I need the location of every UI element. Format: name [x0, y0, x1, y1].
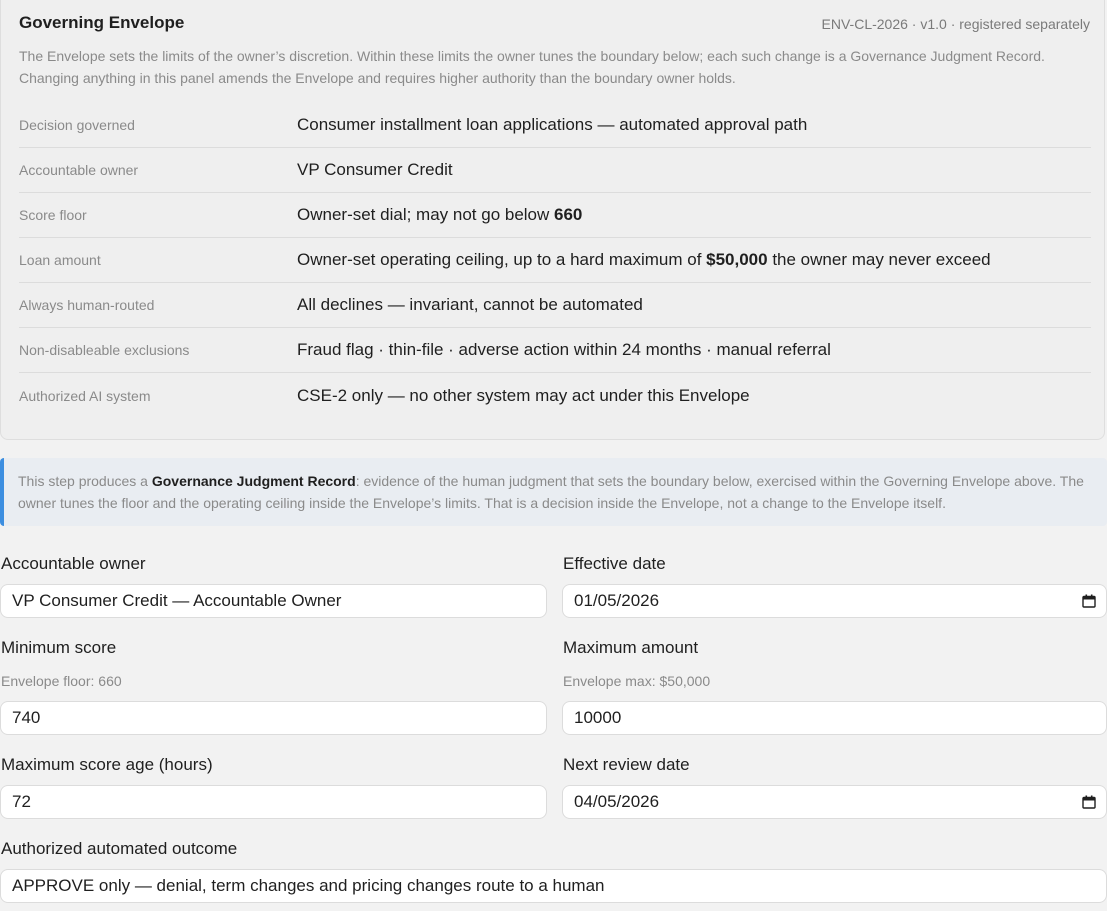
envelope-row-value: All declines — invariant, cannot be auto…	[297, 295, 643, 314]
envelope-row-label: Authorized AI system	[19, 387, 151, 404]
owner-label: Accountable owner	[1, 554, 146, 573]
calendar-icon[interactable]	[1082, 594, 1096, 608]
envelope-row-label: Score floor	[19, 207, 87, 223]
envelope-row-ai-system: Authorized AI system CSE-2 only — no oth…	[19, 373, 1091, 418]
effective-date-label: Effective date	[563, 554, 666, 573]
min-score-input[interactable]: 740	[0, 701, 547, 735]
max-score-age-value: 72	[12, 792, 31, 811]
envelope-row-value: Consumer installment loan applications —…	[297, 115, 808, 134]
next-review-input[interactable]: 04/05/2026	[562, 785, 1107, 819]
envelope-row-exclusions: Non-disableable exclusions Fraud flag · …	[19, 328, 1091, 373]
effective-date-value: 01/05/2026	[574, 591, 660, 610]
envelope-id: ENV-CL-2026 · v1.0 · registered separate…	[821, 16, 1090, 32]
calendar-icon[interactable]	[1082, 795, 1096, 809]
envelope-row-label: Non-disableable exclusions	[19, 342, 190, 358]
envelope-row-value: Owner-set operating ceiling, up to a har…	[297, 250, 991, 270]
envelope-row-value: Fraud flag · thin-file · adverse action …	[297, 340, 831, 359]
envelope-row-decision: Decision governed Consumer installment l…	[19, 103, 1091, 148]
min-score-hint: Envelope floor: 660	[1, 673, 122, 689]
envelope-row-value: CSE-2 only — no other system may act und…	[297, 385, 750, 405]
max-amount-input[interactable]: 10000	[562, 701, 1107, 735]
owner-input[interactable]: VP Consumer Credit — Accountable Owner	[0, 584, 547, 618]
effective-date-input[interactable]: 01/05/2026	[562, 584, 1107, 618]
envelope-row-label: Loan amount	[19, 252, 101, 268]
max-score-age-label: Maximum score age (hours)	[1, 755, 213, 774]
envelope-row-human-routed: Always human-routed All declines — invar…	[19, 283, 1091, 328]
envelope-row-value: Owner-set dial; may not go below 660	[297, 205, 582, 225]
min-score-value: 740	[12, 708, 41, 727]
envelope-row-value-text: the owner may never exceed	[767, 250, 991, 269]
max-amount-hint: Envelope max: $50,000	[563, 673, 711, 689]
max-amount-value: 10000	[574, 708, 622, 727]
envelope-row-value-text: Owner-set operating ceiling, up to a har…	[297, 250, 707, 269]
envelope-row-owner: Accountable owner VP Consumer Credit	[19, 148, 1091, 193]
score-floor-value: 660	[554, 205, 583, 224]
max-amount-label: Maximum amount	[563, 638, 699, 657]
envelope-row-label: Accountable owner	[19, 162, 139, 178]
envelope-title: Governing Envelope	[19, 13, 185, 32]
envelope-row-score-floor: Score floor Owner-set dial; may not go b…	[19, 193, 1091, 238]
callout-text: This step produces a	[18, 473, 152, 489]
next-review-label: Next review date	[563, 755, 690, 774]
max-score-age-input[interactable]: 72	[0, 785, 547, 819]
envelope-row-label: Decision governed	[19, 117, 135, 133]
next-review-value: 04/05/2026	[574, 792, 660, 811]
callout-emphasis: Governance Judgment Record	[151, 473, 356, 489]
governing-envelope-panel: Governing Envelope ENV-CL-2026 · v1.0 · …	[0, 0, 1105, 440]
min-score-label: Minimum score	[1, 638, 117, 657]
governance-callout: This step produces a Governance Judgment…	[0, 458, 1107, 526]
envelope-row-value-text: Owner-set dial; may not go below	[297, 205, 555, 224]
outcome-input[interactable]: APPROVE only — denial, term changes and …	[0, 869, 1107, 903]
loan-max-value: $50,000	[706, 250, 768, 269]
owner-input-value: VP Consumer Credit — Accountable Owner	[12, 591, 342, 610]
envelope-description: The Envelope sets the limits of the owne…	[19, 48, 1045, 86]
envelope-row-label: Always human-routed	[19, 297, 155, 313]
envelope-row-value: VP Consumer Credit	[297, 160, 453, 179]
outcome-value: APPROVE only — denial, term changes and …	[12, 876, 605, 895]
envelope-row-loan-amount: Loan amount Owner-set operating ceiling,…	[19, 238, 1091, 283]
envelope-table: Decision governed Consumer installment l…	[19, 103, 1091, 418]
outcome-label: Authorized automated outcome	[1, 839, 238, 858]
